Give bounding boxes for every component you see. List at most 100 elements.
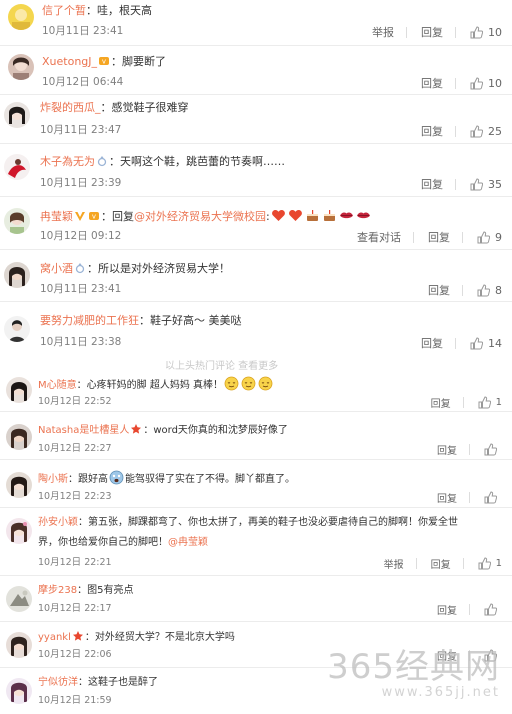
like-count: 1 [495, 397, 502, 408]
username[interactable]: XuetongJ_ [42, 55, 97, 68]
avatar[interactable] [6, 678, 32, 704]
username[interactable]: M心随意 [38, 380, 77, 391]
comment-text: ：word天你真的和沈梦辰好像了 [143, 425, 288, 436]
like-button[interactable]: 1 [478, 396, 502, 409]
heart-emoji-icon [271, 208, 286, 223]
avatar[interactable] [4, 208, 30, 234]
reply-link[interactable]: 回复 [421, 176, 443, 192]
reply-link[interactable]: 回复 [431, 395, 451, 410]
timestamp: 10月12日 22:23 [38, 491, 112, 502]
like-button[interactable]: 25 [470, 125, 502, 138]
comment-text-suffix: 能驾驭得了实在了不得。脚丫都直了。 [125, 474, 295, 485]
username[interactable]: 信了个暂 [42, 4, 86, 17]
like-button[interactable]: 10 [470, 26, 502, 39]
reply-link[interactable]: 回复 [428, 229, 450, 245]
reply-link[interactable]: 回复 [437, 442, 457, 457]
reply-link[interactable]: 回复 [428, 282, 450, 298]
username[interactable]: 宁似彷洋 [38, 677, 78, 688]
relieved-face-icon [224, 376, 239, 391]
like-button[interactable]: 10 [470, 77, 502, 90]
reply-link[interactable]: 回复 [431, 556, 451, 571]
heart-emoji-icon [288, 208, 303, 223]
avatar[interactable] [4, 154, 30, 180]
avatar[interactable] [8, 54, 34, 80]
separator [455, 77, 456, 89]
mention-link[interactable]: @冉莹颖 [168, 537, 208, 548]
username[interactable]: 要努力减肥的工作狂 [40, 314, 139, 327]
comment-item: 窝小酒 ：所以是对外经济贸易大学！ 10月11日 23:41 回复 8 [0, 250, 512, 302]
avatar[interactable] [4, 316, 30, 342]
comment-item: XuetongJ_ v ：脚要断了 10月12日 06:44 回复 10 [0, 46, 512, 95]
reply-link[interactable]: 回复 [421, 75, 443, 91]
avatar[interactable] [6, 586, 32, 612]
avatar[interactable] [6, 424, 32, 450]
like-button[interactable]: 14 [470, 337, 502, 350]
comment-item: 炸裂的西瓜_：感觉鞋子很难穿 10月11日 23:47 回复 25 [0, 95, 512, 144]
avatar[interactable] [6, 472, 32, 498]
username[interactable]: 窝小酒 [40, 262, 73, 275]
star-badge-icon [72, 630, 84, 642]
comment-text: ：哇，根天高 [86, 4, 152, 17]
comment-text: ：回复 [101, 210, 134, 223]
like-count: 9 [495, 230, 502, 244]
like-button[interactable] [484, 603, 502, 616]
comment-text: ：心疼轩妈的脚 超人妈妈 真棒！ [76, 380, 223, 391]
comment-text-continued: 界，你也给爱你自己的脚吧！ [38, 537, 168, 548]
avatar[interactable] [6, 377, 32, 403]
separator [406, 26, 407, 38]
reply-link[interactable]: 回复 [421, 335, 443, 351]
reply-link[interactable]: 回复 [437, 602, 457, 617]
mention-link[interactable]: @对外经济贸易大学微校园 [134, 210, 266, 223]
separator [455, 337, 456, 349]
reply-link[interactable]: 回复 [437, 490, 457, 505]
site-watermark: 365经典网 www.365jj.net [327, 649, 500, 700]
separator [469, 604, 470, 615]
svg-text:v: v [92, 213, 96, 221]
timestamp: 10月12日 22:27 [38, 443, 112, 454]
comment-text: ：脚要断了 [111, 55, 167, 68]
cake-emoji-icon [305, 208, 320, 223]
like-button[interactable]: 1 [478, 557, 502, 570]
report-link[interactable]: 举报 [384, 556, 404, 571]
timestamp: 10月11日 23:41 [40, 283, 122, 295]
username[interactable]: 木子為无为 [40, 155, 95, 168]
like-button[interactable]: 8 [477, 284, 502, 297]
username[interactable]: Natasha是吐槽星人 [38, 425, 129, 436]
comment-text: ：感觉鞋子很难穿 [100, 101, 189, 114]
star-badge-icon [130, 423, 142, 435]
like-count: 14 [488, 336, 502, 350]
username[interactable]: 冉莹颖 [40, 210, 73, 223]
view-conversation-link[interactable]: 查看对话 [357, 229, 401, 245]
timestamp: 10月12日 22:52 [38, 396, 112, 407]
comment-text-suffix: : [266, 210, 270, 223]
comment-text: ：这鞋子也是醉了 [78, 677, 158, 688]
avatar[interactable] [6, 518, 32, 544]
username[interactable]: 陶小斯 [38, 474, 68, 485]
username[interactable]: 孙安小颖 [38, 517, 78, 528]
comment-item: Natasha是吐槽星人 ：word天你真的和沈梦辰好像了 10月12日 22:2… [0, 412, 512, 460]
thumbs-up-icon [478, 396, 491, 409]
avatar[interactable] [4, 102, 30, 128]
avatar[interactable] [4, 262, 30, 288]
report-link[interactable]: 举报 [372, 24, 394, 40]
comment-text: ：跟好高 [68, 474, 108, 485]
like-button[interactable]: 35 [470, 178, 502, 191]
avatar[interactable] [6, 632, 32, 658]
timestamp: 10月12日 21:59 [38, 695, 112, 706]
username[interactable]: yyankl [38, 632, 71, 643]
username[interactable]: 炸裂的西瓜_ [40, 101, 101, 114]
comment-text: ：图5有亮点 [77, 585, 134, 596]
comment-item: 信了个暂：哇，根天高 10月11日 23:41 举报 回复 10 [0, 0, 512, 46]
like-button[interactable] [484, 491, 502, 504]
like-count: 10 [488, 25, 502, 39]
thumbs-up-icon [484, 443, 497, 456]
reply-link[interactable]: 回复 [421, 24, 443, 40]
comment-text: ：天啊这个鞋，跳芭蕾的节奏啊…… [109, 155, 285, 168]
avatar[interactable] [8, 4, 34, 30]
reply-link[interactable]: 回复 [421, 123, 443, 139]
like-button[interactable] [484, 443, 502, 456]
comment-feed: 信了个暂：哇，根天高 10月11日 23:41 举报 回复 10 Xuetong… [0, 0, 512, 714]
like-button[interactable]: 9 [477, 231, 502, 244]
username[interactable]: 摩步238 [38, 585, 77, 596]
separator [469, 492, 470, 503]
